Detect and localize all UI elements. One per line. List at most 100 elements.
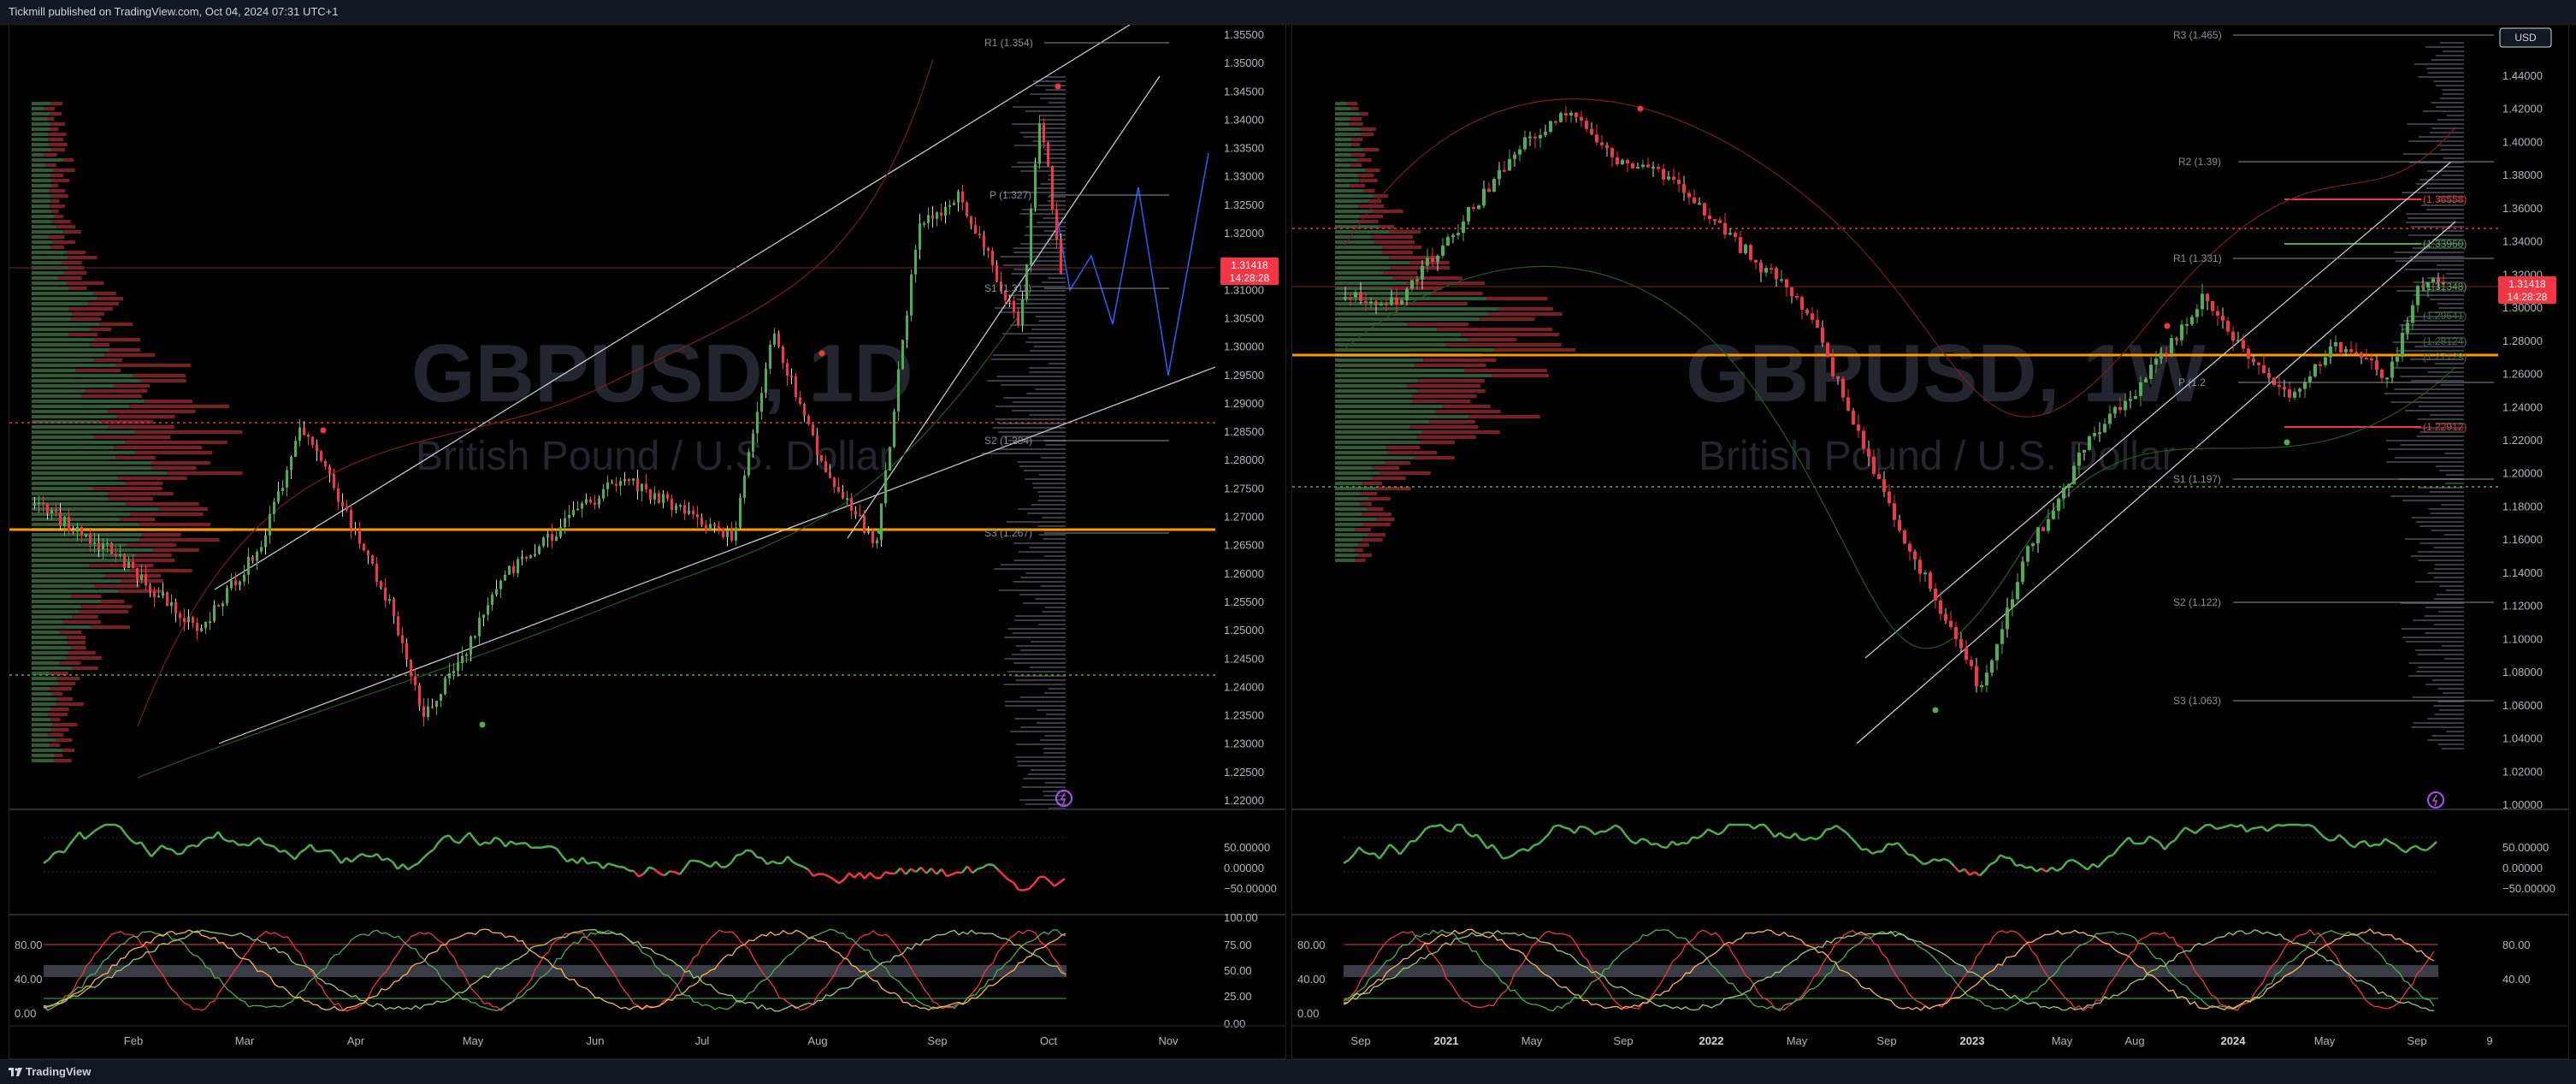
candle-body (598, 499, 600, 505)
candle-body (923, 223, 925, 225)
candle-body (1862, 430, 1865, 448)
right-profile-bar (1044, 555, 1066, 557)
candle-body (803, 404, 806, 416)
osc-segment (942, 869, 947, 876)
right-oscillator-1: 50.000000.00000−50.00000 (1344, 825, 2555, 895)
candle-body (149, 585, 151, 591)
left-date-axis[interactable]: FebMarAprMayJunJulAugSepOctNov (124, 1034, 1179, 1047)
profile-bar-up (32, 261, 62, 264)
candle-body (2354, 352, 2358, 354)
profile-bar-up (32, 163, 46, 167)
profile-bar-up (32, 595, 71, 598)
profile-bar-down (1361, 492, 1378, 495)
osc-segment (2180, 827, 2185, 833)
projection-path (1057, 153, 1208, 376)
candle-body (846, 498, 848, 500)
osc-segment (541, 846, 547, 847)
right-profile-bar (1046, 714, 1066, 715)
candle-body (2283, 387, 2286, 389)
right-profile-bar (2444, 534, 2464, 536)
right-profile-bar (2431, 512, 2464, 514)
right-profile-bar (1038, 491, 1066, 493)
right-profile-bar (2416, 183, 2464, 185)
profile-bar-up (32, 369, 76, 372)
profile-bar-up (1335, 502, 1360, 506)
osc-segment (700, 862, 706, 864)
profile-bar-up (1335, 374, 1492, 377)
candle-body (752, 433, 754, 452)
osc-segment (233, 841, 239, 845)
profile-bar-up (1335, 400, 1413, 403)
price-tick-label: 1.34000 (2502, 235, 2543, 248)
right-profile-bar (2444, 658, 2464, 660)
osc-segment (1467, 832, 1472, 837)
tradingview-logo-icon (9, 1068, 22, 1076)
profile-bar-up (32, 666, 73, 670)
right-profile-bar (1049, 175, 1066, 176)
profile-bar-up (1335, 507, 1367, 511)
candle-body (1518, 149, 1521, 154)
candle-body (256, 552, 258, 561)
right-profile-bar (1039, 474, 1066, 476)
osc-segment (85, 835, 90, 839)
candle-body (538, 546, 541, 554)
profile-bar-up (1335, 333, 1461, 336)
osc-segment (2247, 828, 2252, 832)
candle-body (375, 564, 378, 582)
right-profile-bar (991, 358, 1066, 360)
right-profile-bar (1041, 457, 1066, 459)
left-chart-canvas[interactable]: GBPUSD, 1D British Pound / U.S. Dollar 1… (9, 25, 1285, 1058)
osc-segment (1585, 827, 1590, 830)
profile-bar-down (131, 569, 192, 572)
osc-segment (2308, 825, 2313, 826)
right-date-axis[interactable]: Sep2021MaySep2022MaySep2023MayAug2024May… (1350, 1034, 2492, 1047)
candle-body (842, 492, 844, 498)
candle-body (474, 636, 476, 637)
right-profile-bar (1037, 722, 1066, 724)
candle-body (2375, 360, 2378, 370)
right-price-axis[interactable]: 1.440001.420001.400001.380001.360001.340… (2502, 69, 2543, 811)
right-profile-bar (2443, 93, 2464, 95)
right-profile-bar (2435, 564, 2464, 566)
candle-body (2319, 364, 2322, 366)
osc-segment (172, 850, 177, 855)
left-price-axis[interactable]: 1.355001.350001.345001.340001.335001.330… (1224, 28, 1264, 807)
right-profile-bar (1025, 110, 1066, 112)
osc-segment (921, 868, 926, 874)
right-profile-bar (1039, 119, 1066, 121)
candle-body (1841, 379, 1845, 398)
osc-segment (2165, 844, 2170, 850)
right-profile-bar (2434, 714, 2464, 715)
profile-bar-down (121, 518, 155, 521)
osc-segment (1472, 834, 1477, 837)
price-tick-label: 1.10000 (2502, 632, 2543, 645)
osc-segment (829, 876, 834, 880)
right-profile-bar (999, 589, 1066, 591)
right-chart-panel[interactable]: GBPUSD, 1W British Pound / U.S. Dollar 1… (1291, 24, 2569, 1059)
left-chart-panel[interactable]: GBPUSD, 1D British Pound / U.S. Dollar 1… (9, 24, 1286, 1059)
candle-body (452, 671, 455, 673)
osc-segment (413, 863, 418, 866)
candle-body (1939, 601, 1942, 614)
profile-bar-down (51, 210, 59, 213)
right-profile-bar (1007, 294, 1066, 296)
profile-bar-down (67, 251, 86, 254)
right-profile-bar (1016, 645, 1066, 647)
candle-body (722, 529, 724, 537)
candle-body (974, 225, 977, 234)
profile-bar-down (1352, 138, 1362, 141)
right-currency-button[interactable]: USD (2500, 28, 2551, 47)
candle-body (1708, 216, 1711, 219)
profile-bar-up (32, 574, 105, 578)
osc-axis-label: −50.00000 (2502, 882, 2555, 895)
profile-bar-down (108, 410, 195, 413)
tradingview-brand[interactable]: TradingView (26, 1065, 91, 1078)
osc-segment (1055, 882, 1060, 886)
right-chart-canvas[interactable]: GBPUSD, 1W British Pound / U.S. Dollar 1… (1292, 25, 2568, 1058)
candle-body (2288, 389, 2291, 398)
profile-bar-up (32, 646, 71, 649)
candle-body (611, 483, 613, 484)
candle-body (401, 635, 404, 643)
profile-bar-down (1351, 143, 1360, 146)
osc-segment (1354, 847, 1359, 855)
